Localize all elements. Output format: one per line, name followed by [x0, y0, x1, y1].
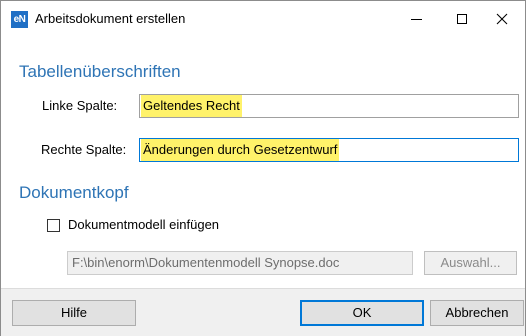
- dialog-window: eN Arbeitsdokument erstellen Tabellenübe…: [0, 0, 526, 336]
- left-column-value: Geltendes Recht: [141, 95, 242, 117]
- right-column-input[interactable]: Änderungen durch Gesetzentwurf: [139, 138, 519, 162]
- left-column-label: Linke Spalte:: [42, 98, 118, 113]
- left-column-input[interactable]: Geltendes Recht: [139, 94, 519, 118]
- maximize-icon: [457, 14, 467, 24]
- app-icon-text: eN: [13, 14, 26, 25]
- document-model-checkbox[interactable]: [47, 219, 60, 232]
- help-button[interactable]: Hilfe: [12, 300, 136, 326]
- cancel-button[interactable]: Abbrechen: [430, 300, 524, 326]
- right-column-value: Änderungen durch Gesetzentwurf: [141, 139, 340, 161]
- dialog-footer: Hilfe OK Abbrechen: [1, 288, 525, 336]
- title-bar[interactable]: eN Arbeitsdokument erstellen: [1, 1, 525, 38]
- app-icon: eN: [11, 11, 28, 28]
- document-model-checkbox-label[interactable]: Dokumentmodell einfügen: [68, 217, 219, 232]
- minimize-button[interactable]: [393, 1, 439, 37]
- table-headers-heading: Tabellenüberschriften: [19, 62, 181, 81]
- right-column-label: Rechte Spalte:: [41, 142, 127, 157]
- minimize-icon: [410, 18, 422, 20]
- browse-button: Auswahl...: [424, 251, 517, 275]
- document-header-heading: Dokumentkopf: [19, 183, 129, 202]
- close-button[interactable]: [479, 1, 525, 37]
- ok-button[interactable]: OK: [300, 300, 424, 326]
- window-title: Arbeitsdokument erstellen: [35, 11, 186, 26]
- document-model-path-field: F:\bin\enorm\Dokumentenmodell Synopse.do…: [67, 251, 413, 275]
- close-icon: [496, 13, 508, 25]
